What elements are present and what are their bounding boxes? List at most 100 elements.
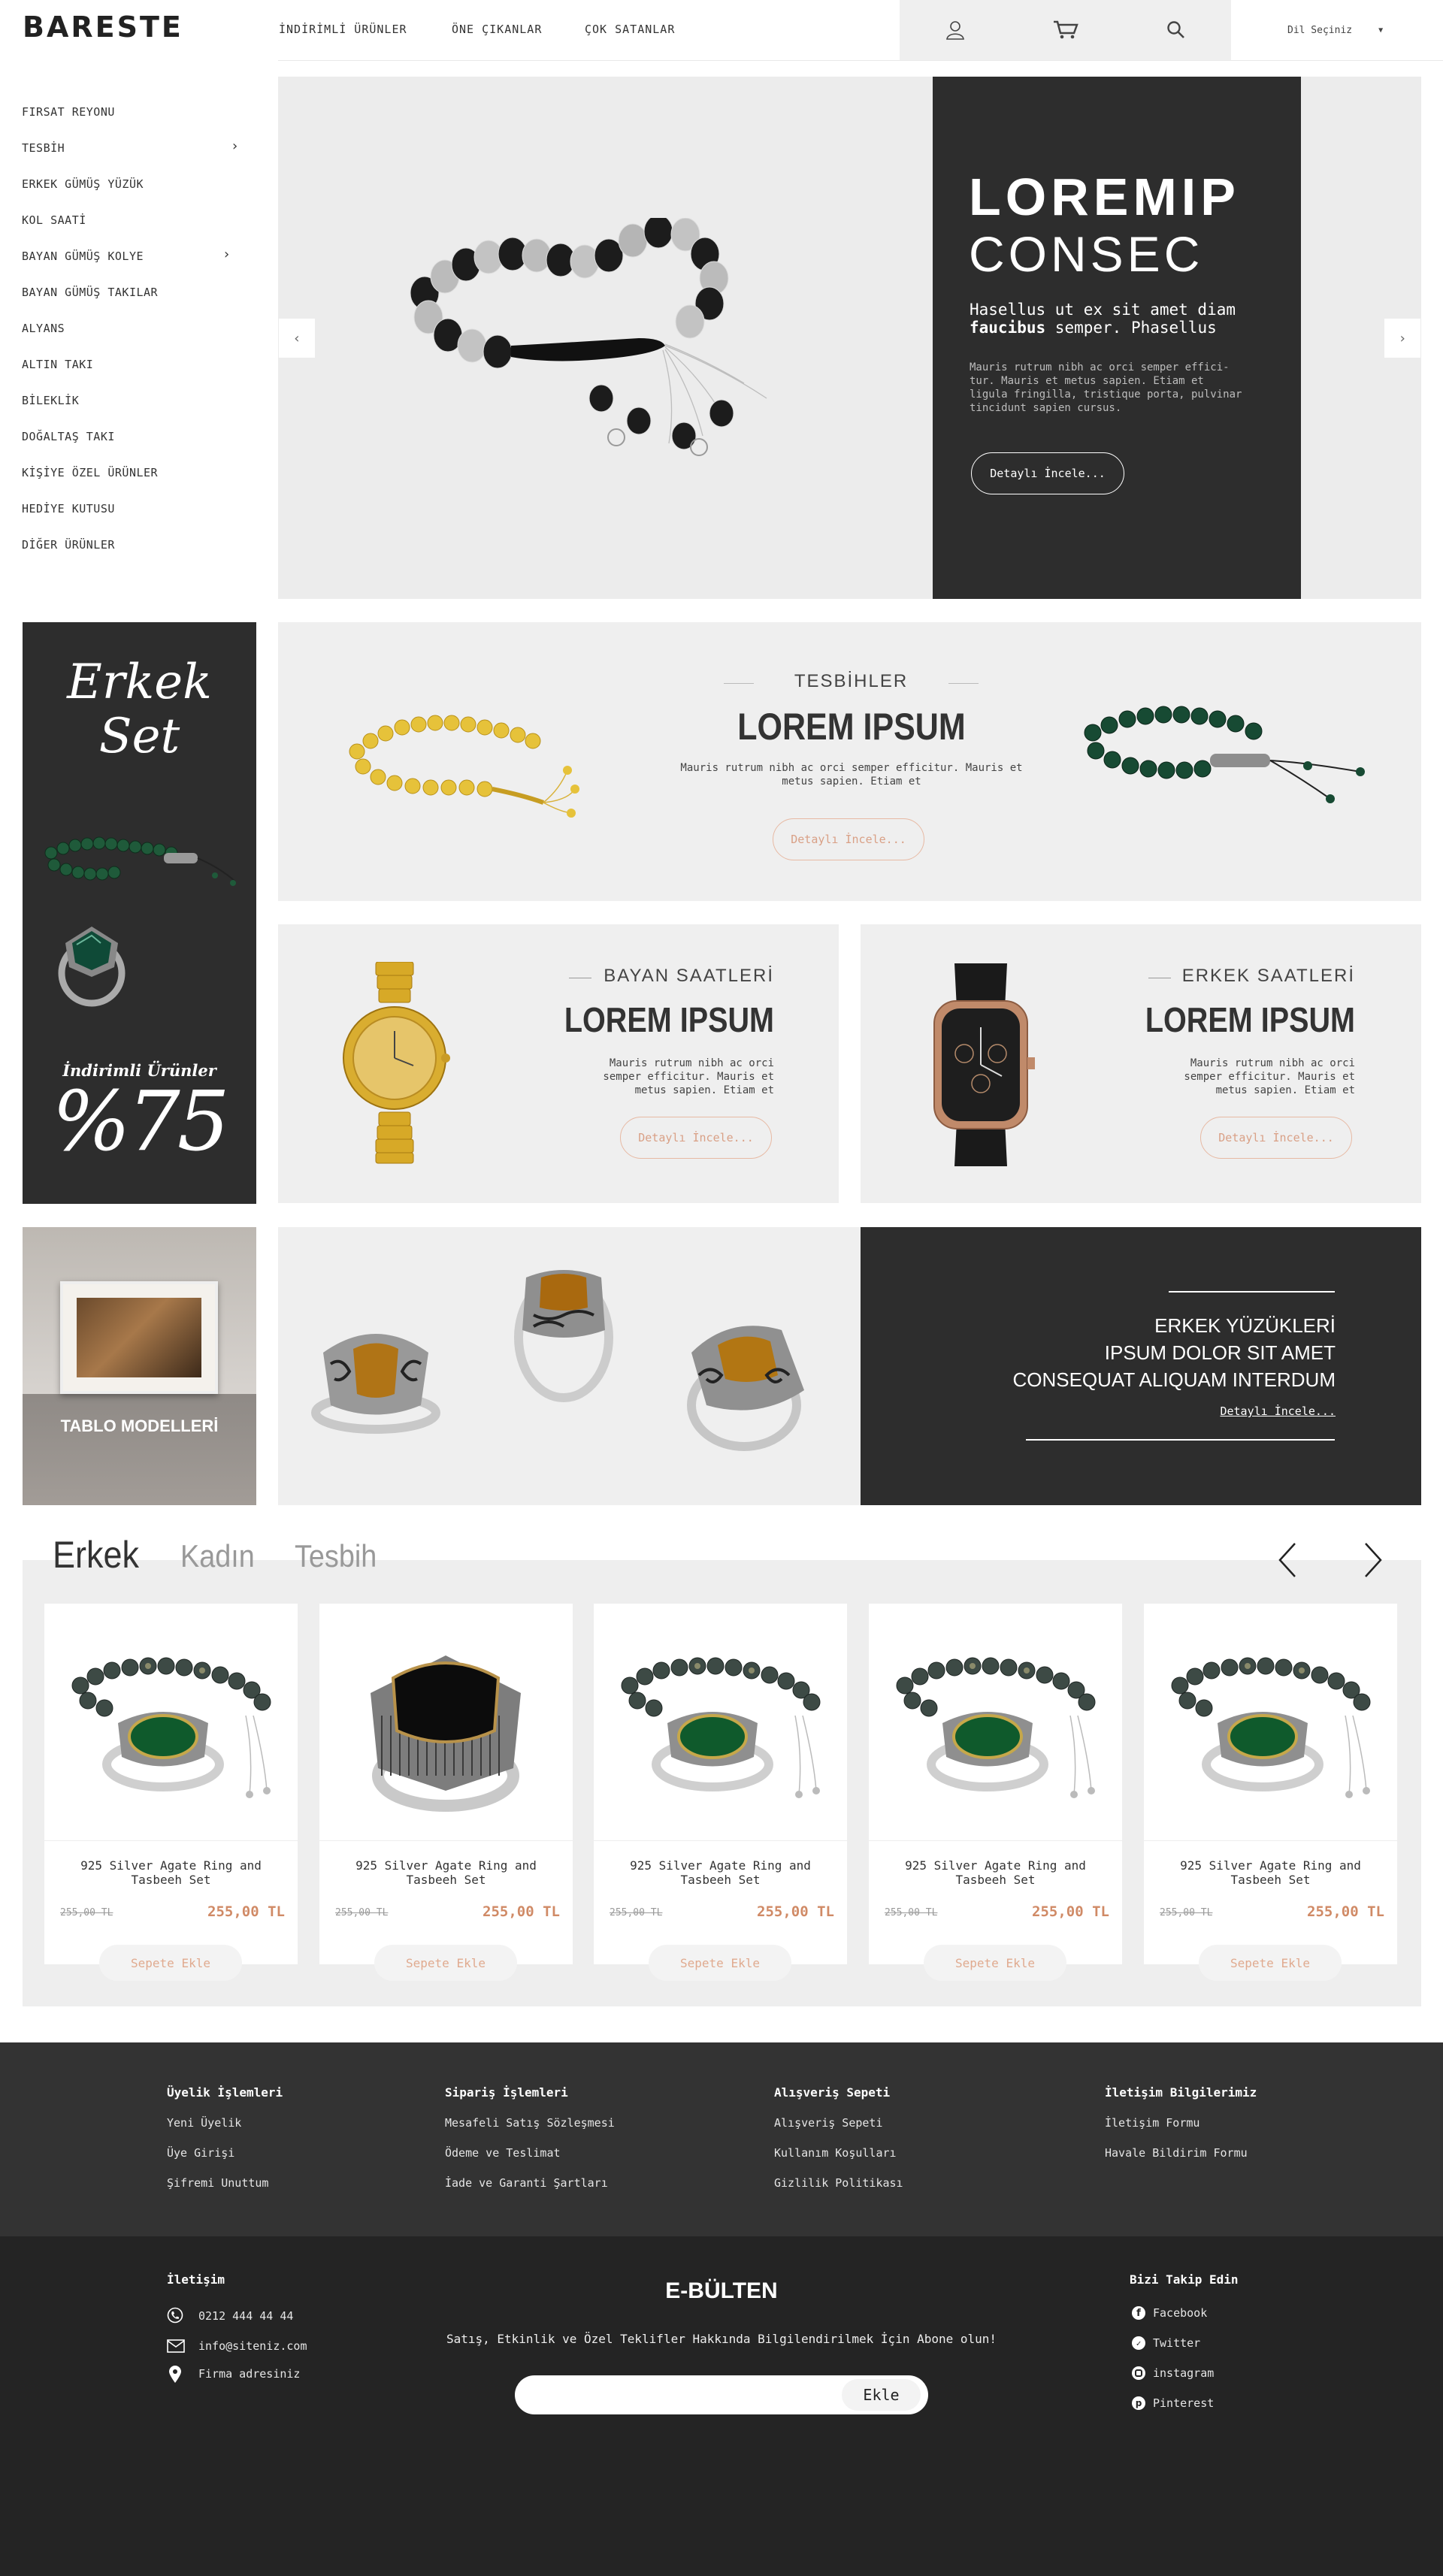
sidebar-item-kisiye-ozel[interactable]: KİŞİYE ÖZEL ÜRÜNLER bbox=[22, 466, 158, 479]
product-image[interactable] bbox=[890, 1622, 1100, 1825]
product-name[interactable]: 925 Silver Agate Ring and Tasbeeh Set bbox=[319, 1858, 573, 1887]
footer-link[interactable]: İletişim Formu bbox=[1105, 2116, 1199, 2130]
nav-bestsellers[interactable]: ÇOK SATANLAR bbox=[585, 23, 675, 36]
sidebar-item-altin-taki[interactable]: ALTIN TAKI bbox=[22, 358, 93, 371]
footer-link[interactable]: Şifremi Unuttum bbox=[167, 2176, 268, 2190]
sidebar-item-bileklik[interactable]: BİLEKLİK bbox=[22, 394, 79, 407]
erkek-saat-text-line: metus sapien. Etiam et bbox=[1215, 1084, 1355, 1096]
bayan-text-line: Mauris rutrum nibh ac orci bbox=[609, 1057, 774, 1069]
social-facebook[interactable]: f Facebook bbox=[1132, 2306, 1207, 2320]
products-prev-button[interactable] bbox=[1274, 1537, 1304, 1583]
sidebar-item-kol-saati[interactable]: KOL SAATİ bbox=[22, 213, 86, 227]
product-name-line2: Tasbeeh Set bbox=[1230, 1873, 1311, 1887]
products-next-button[interactable] bbox=[1357, 1537, 1387, 1583]
footer-col-title: Alışveriş Sepeti bbox=[774, 2085, 891, 2100]
sidebar-item-erkek-yuzuk[interactable]: ERKEK GÜMÜŞ YÜZÜK bbox=[22, 177, 144, 191]
footer-link[interactable]: İade ve Garanti Şartları bbox=[445, 2176, 608, 2190]
contact-phone[interactable]: 0212 444 44 44 bbox=[198, 2309, 293, 2323]
sidebar-item-bayan-takilar[interactable]: BAYAN GÜMÜŞ TAKILAR bbox=[22, 286, 158, 299]
newsletter-text: Satış, Etkinlik ve Özel Teklifler Hakkın… bbox=[446, 2332, 997, 2346]
sidebar-item-firsat[interactable]: FIRSAT REYONU bbox=[22, 105, 115, 119]
sidebar-item-bayan-kolye[interactable]: BAYAN GÜMÜŞ KOLYE bbox=[22, 249, 144, 263]
contact-email[interactable]: info@siteniz.com bbox=[198, 2339, 307, 2353]
rings-banner-link[interactable]: Detaylı İncele... bbox=[1202, 1404, 1336, 1418]
chevron-right-icon[interactable]: › bbox=[231, 138, 239, 154]
tab-erkek[interactable]: Erkek bbox=[53, 1533, 139, 1577]
product-name[interactable]: 925 Silver Agate Ring and Tasbeeh Set bbox=[869, 1858, 1122, 1887]
sidebar-item-hediye-kutusu[interactable]: HEDİYE KUTUSU bbox=[22, 502, 115, 516]
banner-bottom-line bbox=[1026, 1439, 1335, 1441]
footer-col-title: Üyelik İşlemleri bbox=[167, 2085, 283, 2100]
erkek-saat-detail-button[interactable]: Detaylı İncele... bbox=[1200, 1117, 1352, 1159]
social-pinterest[interactable]: p Pinterest bbox=[1132, 2396, 1214, 2410]
sidebar-item-dogaltas[interactable]: DOĞALTAŞ TAKI bbox=[22, 430, 115, 443]
add-to-cart-button[interactable]: Sepete Ekle bbox=[1199, 1945, 1342, 1981]
erkek-saat-text-line: Mauris rutrum nibh ac orci bbox=[1190, 1057, 1355, 1069]
bayan-text-line: metus sapien. Etiam et bbox=[634, 1084, 774, 1096]
card-divider bbox=[1144, 1840, 1397, 1841]
search-button[interactable] bbox=[1121, 0, 1231, 60]
add-to-cart-button[interactable]: Sepete Ekle bbox=[99, 1945, 242, 1981]
footer-link[interactable]: Ödeme ve Teslimat bbox=[445, 2146, 561, 2160]
bayan-text: Mauris rutrum nibh ac orci semper effici… bbox=[549, 1057, 774, 1097]
account-button[interactable] bbox=[900, 0, 1010, 60]
tab-kadin[interactable]: Kadın bbox=[180, 1538, 255, 1574]
cart-button[interactable] bbox=[1010, 0, 1121, 60]
ring-tesbih-image bbox=[896, 1657, 1096, 1798]
footer-link[interactable]: Mesafeli Satış Sözleşmesi bbox=[445, 2116, 615, 2130]
nav-featured[interactable]: ÖNE ÇIKANLAR bbox=[452, 23, 542, 36]
product-image[interactable] bbox=[615, 1622, 825, 1825]
bayan-title: LOREM IPSUM bbox=[564, 1000, 774, 1039]
product-image[interactable] bbox=[340, 1622, 551, 1825]
language-select[interactable]: Dil Seçiniz ▼ bbox=[1236, 0, 1443, 60]
footer-link[interactable]: Gizlilik Politikası bbox=[774, 2176, 903, 2190]
erkek-set-title-line1: Erkek bbox=[67, 655, 212, 710]
sidebar-item-alyans[interactable]: ALYANS bbox=[22, 322, 65, 335]
ring-tesbih-image bbox=[1171, 1657, 1371, 1798]
product-name[interactable]: 925 Silver Agate Ring and Tasbeeh Set bbox=[1144, 1858, 1397, 1887]
cart-icon bbox=[1053, 20, 1078, 39]
sidebar-item-tesbih[interactable]: TESBİH bbox=[22, 141, 65, 155]
sidebar-item-diger[interactable]: DİĞER ÜRÜNLER bbox=[22, 538, 115, 552]
tesbih-text-line: metus sapien. Etiam et bbox=[782, 776, 921, 788]
footer-link[interactable]: Üye Girişi bbox=[167, 2146, 234, 2160]
add-to-cart-button[interactable]: Sepete Ekle bbox=[374, 1945, 517, 1981]
footer-link[interactable]: Havale Bildirim Formu bbox=[1105, 2146, 1248, 2160]
footer-link[interactable]: Yeni Üyelik bbox=[167, 2116, 241, 2130]
hero-prev-button[interactable]: ‹ bbox=[279, 319, 315, 358]
newsletter-submit-button[interactable]: Ekle bbox=[842, 2379, 921, 2411]
add-to-cart-button[interactable]: Sepete Ekle bbox=[924, 1945, 1066, 1981]
search-icon bbox=[1166, 21, 1184, 38]
social-label: Pinterest bbox=[1153, 2396, 1215, 2410]
social-twitter[interactable]: ✓ Twitter bbox=[1132, 2336, 1200, 2350]
social-label: Facebook bbox=[1153, 2306, 1208, 2320]
hero-detail-button[interactable]: Detaylı İncele... bbox=[971, 452, 1124, 494]
bayan-detail-button[interactable]: Detaylı İncele... bbox=[620, 1117, 772, 1159]
add-to-cart-button[interactable]: Sepete Ekle bbox=[649, 1945, 791, 1981]
product-name[interactable]: 925 Silver Agate Ring and Tasbeeh Set bbox=[44, 1858, 298, 1887]
tesbih-detail-button[interactable]: Detaylı İncele... bbox=[773, 818, 924, 860]
footer-col-title: Sipariş İşlemleri bbox=[445, 2085, 568, 2100]
product-name-line2: Tasbeeh Set bbox=[680, 1873, 761, 1887]
painting-frame bbox=[60, 1281, 218, 1394]
site-logo[interactable]: BARESTE bbox=[23, 11, 183, 44]
facebook-icon: f bbox=[1132, 2306, 1145, 2320]
nav-discounted[interactable]: İNDİRİMLİ ÜRÜNLER bbox=[279, 23, 407, 36]
tab-tesbih[interactable]: Tesbih bbox=[295, 1538, 377, 1574]
gold-watch-image bbox=[343, 962, 450, 1164]
product-image[interactable] bbox=[65, 1622, 276, 1825]
footer-links bbox=[0, 2042, 1443, 2236]
user-icon bbox=[945, 21, 964, 40]
social-instagram[interactable]: instagram bbox=[1132, 2366, 1214, 2380]
chevron-right-icon[interactable]: › bbox=[222, 246, 231, 262]
location-icon bbox=[169, 2366, 181, 2383]
hero-next-button[interactable]: › bbox=[1384, 319, 1420, 358]
footer-link[interactable]: Alışveriş Sepeti bbox=[774, 2116, 883, 2130]
kicker-line bbox=[948, 683, 979, 684]
onyx-ring-image bbox=[371, 1655, 521, 1812]
product-name[interactable]: 925 Silver Agate Ring and Tasbeeh Set bbox=[594, 1858, 847, 1887]
footer-link[interactable]: Kullanım Koşulları bbox=[774, 2146, 897, 2160]
product-image[interactable] bbox=[1165, 1622, 1375, 1825]
product-name-line1: 925 Silver Agate Ring and bbox=[630, 1858, 811, 1873]
product-price: 255,00 TL bbox=[483, 1903, 560, 1920]
